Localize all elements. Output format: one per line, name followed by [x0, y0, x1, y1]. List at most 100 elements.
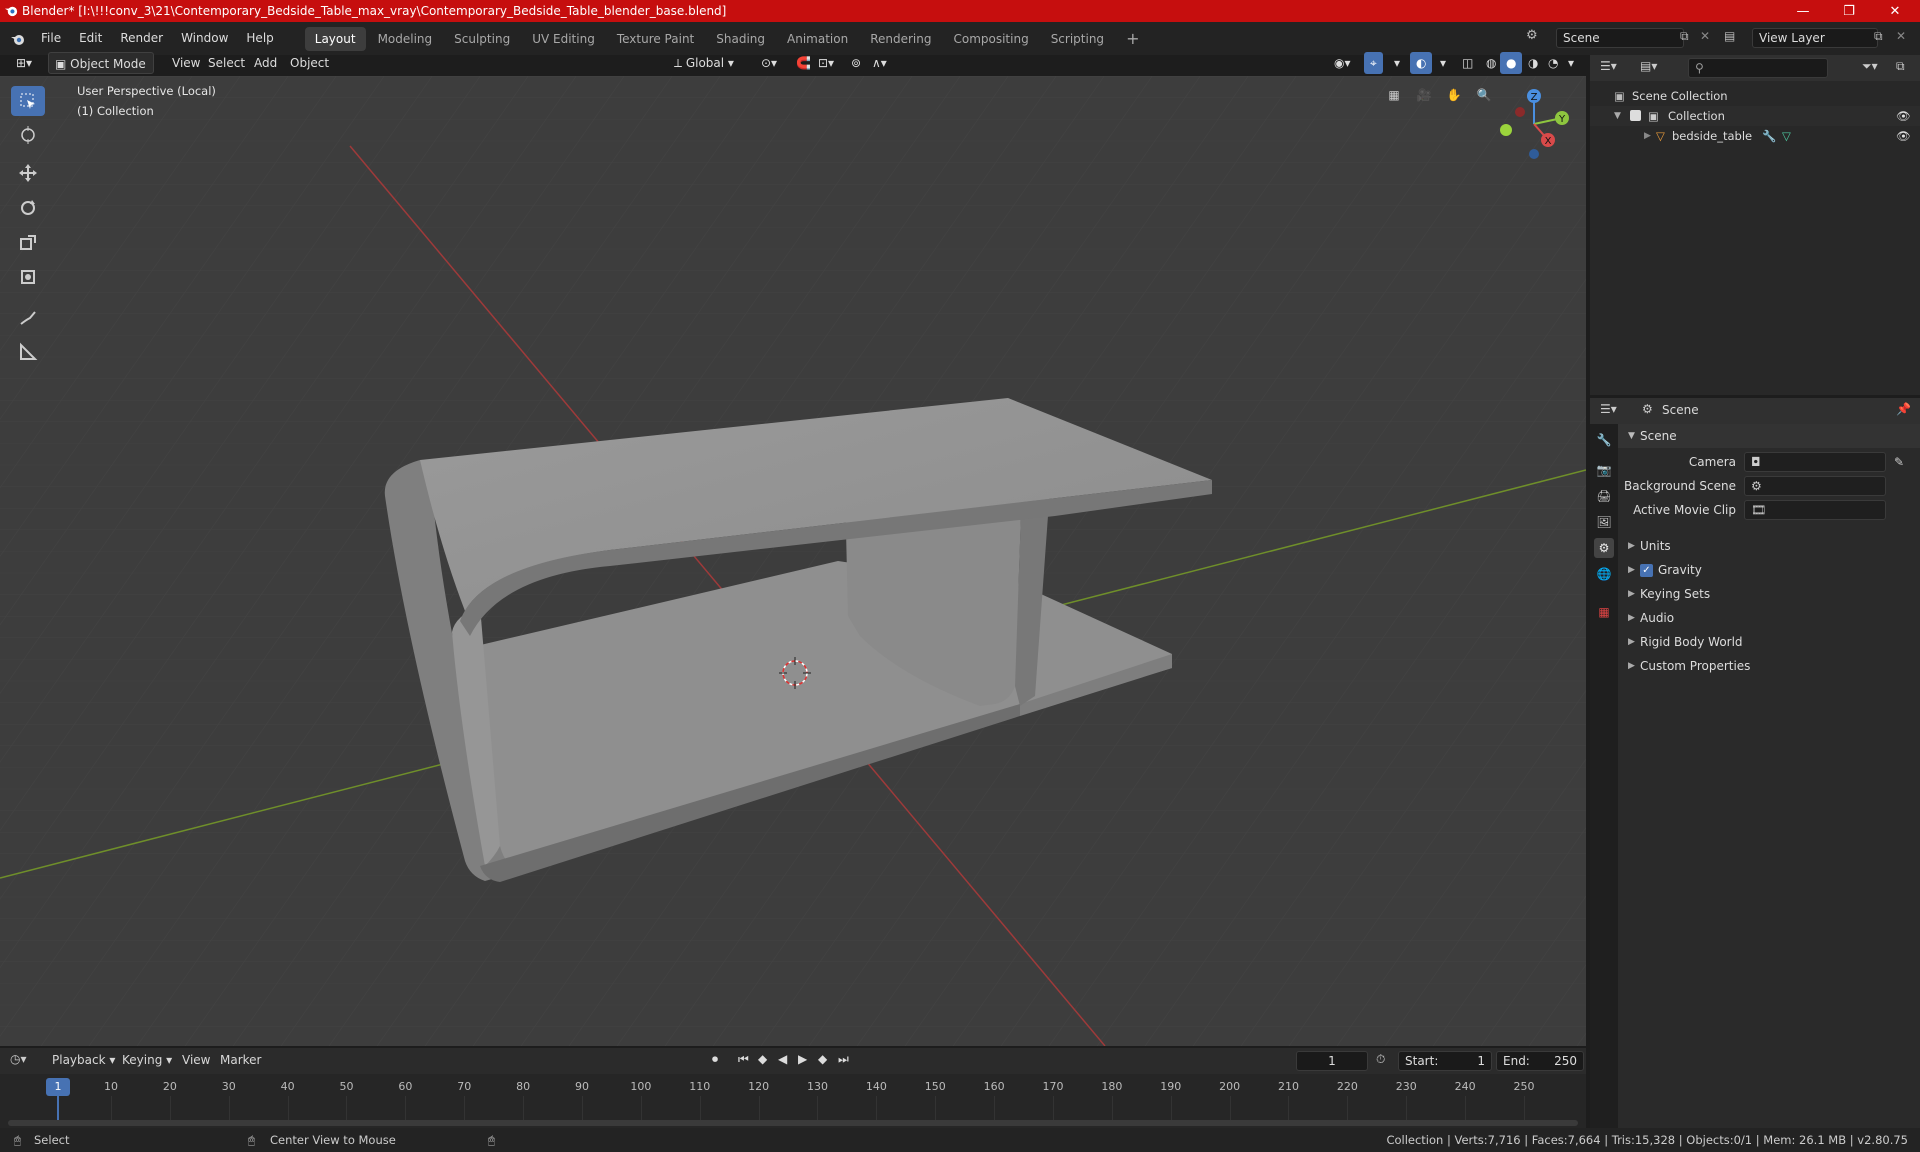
- measure-tool[interactable]: [11, 337, 45, 367]
- output-tab-icon[interactable]: 🖨: [1594, 486, 1614, 506]
- transform-orientation-dropdown[interactable]: ⟂ Global ▾: [668, 52, 748, 74]
- tool-tab-icon[interactable]: 🔧: [1594, 430, 1614, 450]
- menu-file[interactable]: File: [32, 22, 70, 55]
- outliner-row-collection[interactable]: ▼ ▣ Collection 👁: [1590, 106, 1920, 126]
- menu-render[interactable]: Render: [111, 22, 172, 55]
- tab-uv-editing[interactable]: UV Editing: [522, 27, 605, 51]
- collection-visibility-eye-icon[interactable]: 👁: [1896, 106, 1911, 126]
- outliner-row-scene-collection[interactable]: ▣ Scene Collection: [1590, 86, 1920, 106]
- gizmo-dropdown-icon[interactable]: ▾: [1388, 52, 1406, 74]
- timeline-scrollbar[interactable]: [8, 1120, 1578, 1126]
- tab-animation[interactable]: Animation: [777, 27, 858, 51]
- menu-help[interactable]: Help: [237, 22, 282, 55]
- move-tool[interactable]: [11, 158, 45, 188]
- object-visibility-eye-icon[interactable]: 👁: [1896, 126, 1911, 146]
- view-layer-tab-icon[interactable]: 🖼: [1594, 512, 1614, 532]
- viewport-canvas[interactable]: [0, 76, 1586, 1046]
- active-movie-clip-field[interactable]: 🎞: [1744, 500, 1886, 520]
- proportional-falloff-icon[interactable]: ∧▾: [866, 52, 893, 74]
- mesh-data-icon[interactable]: ▽: [1782, 126, 1791, 146]
- pin-icon[interactable]: 📌: [1896, 402, 1911, 416]
- rigid-body-world-subpanel[interactable]: ▶ Rigid Body World: [1618, 630, 1920, 654]
- remove-scene-icon[interactable]: ✕: [1700, 29, 1710, 43]
- mode-dropdown[interactable]: ▣ Object Mode ▾: [48, 52, 154, 93]
- pivot-point-icon[interactable]: ⊙▾: [755, 52, 783, 74]
- menu-window[interactable]: Window: [172, 22, 237, 55]
- scene-selector-icon[interactable]: ⚙: [1526, 28, 1546, 48]
- scale-tool[interactable]: [11, 228, 45, 258]
- snap-target-icon[interactable]: ⊡▾: [812, 52, 840, 74]
- maximize-button[interactable]: ❐: [1826, 0, 1872, 22]
- 3d-viewport[interactable]: User Perspective (Local) (1) Collection …: [0, 76, 1586, 1046]
- new-view-layer-icon[interactable]: ⧉: [1874, 29, 1883, 44]
- background-scene-field[interactable]: ⚙: [1744, 476, 1886, 496]
- keying-sets-subpanel[interactable]: ▶ Keying Sets: [1618, 582, 1920, 606]
- scene-panel-header[interactable]: ▼ Scene: [1618, 424, 1920, 448]
- view-layer-field[interactable]: View Layer: [1752, 28, 1878, 48]
- tab-texture-paint[interactable]: Texture Paint: [607, 27, 704, 51]
- outliner-editor-type-icon[interactable]: ☰▾: [1600, 59, 1617, 73]
- cursor-tool[interactable]: [11, 120, 45, 150]
- render-tab-icon[interactable]: 📷: [1594, 460, 1614, 480]
- view-layer-icon[interactable]: ▤: [1724, 29, 1735, 43]
- expand-arrow-icon[interactable]: ▶: [1644, 126, 1651, 146]
- camera-view-icon[interactable]: 🎥: [1413, 88, 1435, 110]
- tab-modeling[interactable]: Modeling: [368, 27, 443, 51]
- toggle-camera-ortho-icon[interactable]: ▦: [1383, 88, 1405, 110]
- texture-tab-icon[interactable]: ▦: [1594, 602, 1614, 622]
- proportional-edit-icon[interactable]: ⊚: [845, 52, 867, 74]
- world-tab-icon[interactable]: 🌐: [1594, 564, 1614, 584]
- tab-sculpting[interactable]: Sculpting: [444, 27, 520, 51]
- menu-edit[interactable]: Edit: [70, 22, 111, 55]
- viewport-menu-select[interactable]: Select: [202, 52, 251, 74]
- tab-shading[interactable]: Shading: [706, 27, 775, 51]
- outliner-row-bedside-table[interactable]: ▶ ▽ bedside_table 🔧 ▽ 👁: [1590, 126, 1920, 146]
- xray-toggle-icon[interactable]: ◫: [1456, 52, 1479, 74]
- camera-field[interactable]: ◘: [1744, 452, 1886, 472]
- minimize-button[interactable]: —: [1780, 0, 1826, 22]
- eyedropper-icon[interactable]: ✎: [1894, 450, 1904, 474]
- overlay-dropdown-icon[interactable]: ▾: [1434, 52, 1452, 74]
- add-workspace-button[interactable]: +: [1116, 27, 1149, 51]
- pan-view-icon[interactable]: ✋: [1443, 88, 1465, 110]
- shading-dropdown-icon[interactable]: ▾: [1562, 52, 1580, 74]
- select-box-tool[interactable]: [11, 86, 45, 116]
- tab-layout[interactable]: Layout: [304, 26, 366, 51]
- tab-compositing[interactable]: Compositing: [943, 27, 1038, 51]
- modifier-wrench-icon[interactable]: 🔧: [1762, 126, 1776, 146]
- units-subpanel[interactable]: ▶ Units: [1618, 534, 1920, 558]
- new-scene-icon[interactable]: ⧉: [1680, 29, 1689, 44]
- filter-icon[interactable]: ⏷▾: [1862, 59, 1878, 74]
- visibility-icon[interactable]: ◉▾: [1328, 52, 1357, 74]
- scene-tab-icon[interactable]: ⚙: [1594, 538, 1614, 558]
- properties-editor-type-icon[interactable]: ☰▾: [1600, 402, 1617, 416]
- blender-menu-icon[interactable]: [10, 31, 26, 47]
- editor-type-icon[interactable]: ⊞▾: [10, 52, 38, 74]
- timeline-ruler[interactable]: 10 20 30 40 50 60 70 80 90 100 110 120 130 140 150 160 1…: [0, 1048, 1586, 1128]
- outliner-display-mode-icon[interactable]: ▤▾: [1640, 59, 1657, 73]
- custom-properties-subpanel[interactable]: ▶ Custom Properties: [1618, 654, 1920, 678]
- viewport-menu-object[interactable]: Object: [284, 52, 335, 74]
- gizmo-toggle-icon[interactable]: ⌖: [1364, 52, 1383, 74]
- outliner-search-input[interactable]: ⚲: [1688, 58, 1828, 78]
- annotate-tool[interactable]: [11, 303, 45, 333]
- transform-tool[interactable]: [11, 262, 45, 292]
- new-collection-icon[interactable]: ⧉: [1896, 59, 1905, 74]
- viewport-menu-view[interactable]: View: [166, 52, 206, 74]
- viewport-menu-add[interactable]: Add: [248, 52, 283, 74]
- remove-view-layer-icon[interactable]: ✕: [1896, 29, 1906, 43]
- tab-scripting[interactable]: Scripting: [1041, 27, 1114, 51]
- collection-checkbox[interactable]: [1630, 110, 1641, 121]
- gravity-checkbox[interactable]: ✓: [1640, 564, 1653, 577]
- overlay-toggle-icon[interactable]: ◐: [1410, 52, 1433, 74]
- rotate-tool[interactable]: [11, 193, 45, 223]
- shading-solid-icon[interactable]: ●: [1500, 52, 1523, 74]
- gravity-subpanel[interactable]: ▶ ✓ Gravity: [1618, 558, 1920, 582]
- audio-subpanel[interactable]: ▶ Audio: [1618, 606, 1920, 630]
- close-button[interactable]: ✕: [1872, 0, 1918, 22]
- playhead[interactable]: 1: [46, 1078, 70, 1096]
- expand-arrow-icon[interactable]: ▼: [1614, 106, 1621, 126]
- tab-rendering[interactable]: Rendering: [860, 27, 941, 51]
- navigation-gizmo[interactable]: Z Y X: [1490, 84, 1570, 164]
- scene-field[interactable]: Scene: [1556, 28, 1684, 48]
